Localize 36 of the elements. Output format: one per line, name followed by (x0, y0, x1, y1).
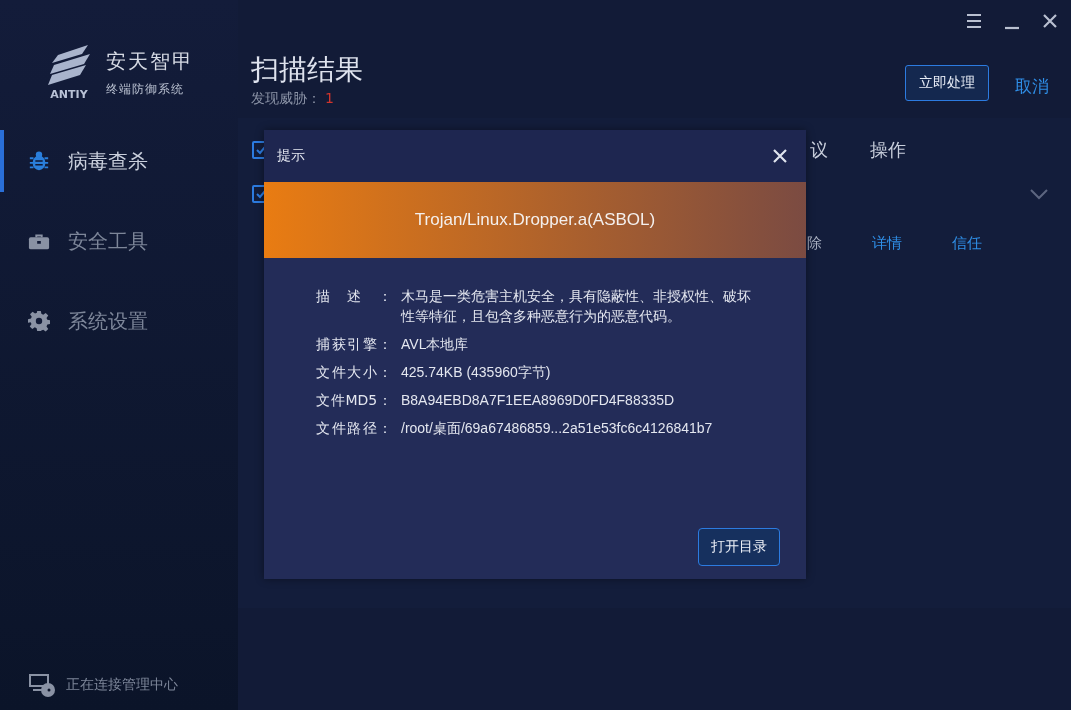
field-label: 捕获引擎： (316, 335, 392, 354)
threat-summary-label: 发现威胁： (251, 90, 321, 108)
column-header: 操作 (870, 138, 906, 162)
field-label: 文件MD5： (316, 391, 392, 410)
field-value: /root/桌面/69a67486859...2a51e53fc6c4126841b7 (401, 419, 714, 438)
close-icon[interactable] (1041, 12, 1059, 30)
action-link[interactable]: 信任 (952, 233, 982, 253)
field-value: 木马是一类危害主机安全，具有隐蔽性、非授权性、破坏性等特征，且包含多种恶意行为的恶意代码。 (401, 287, 752, 326)
action-link[interactable]: 详情 (872, 233, 902, 253)
dialog-title: 提示 (277, 147, 305, 165)
monitor-icon (28, 673, 56, 697)
status-text: 正在连接管理中心 (66, 676, 178, 694)
page-title: 扫描结果 (251, 52, 364, 88)
sidebar-item[interactable]: 系统设置 (0, 290, 238, 352)
process-now-button[interactable]: 立即处理 (905, 65, 989, 101)
field-label: 描述： (316, 287, 392, 306)
close-icon[interactable] (772, 148, 788, 164)
open-folder-button[interactable]: 打开目录 (698, 528, 780, 566)
settings-icon (28, 310, 50, 332)
field-value: AVL本地库 (401, 335, 470, 354)
chevron-down-icon[interactable] (1029, 188, 1049, 200)
field-label: 文件大小： (316, 363, 392, 382)
app-name: 安天智甲 (106, 48, 194, 73)
action-text: 除 (807, 233, 822, 253)
threat-name: Trojan/Linux.Dropper.a(ASBOL) (414, 210, 656, 230)
threat-count: 1 (325, 90, 334, 108)
cancel-link[interactable]: 取消 (1015, 74, 1049, 98)
sidebar-item[interactable]: 安全工具 (0, 210, 238, 272)
field-value: B8A94EBD8A7F1EEA8969D0FD4F88335D (401, 391, 676, 410)
field-value: 425.74KB (435960字节) (401, 363, 552, 382)
app-subtitle: 终端防御系统 (106, 80, 185, 98)
logo-wordmark: ANTIY (50, 89, 88, 101)
bug-icon (28, 150, 50, 172)
menu-icon[interactable] (965, 12, 983, 30)
column-header: 议 (810, 138, 828, 162)
field-label: 文件路径： (316, 419, 392, 438)
